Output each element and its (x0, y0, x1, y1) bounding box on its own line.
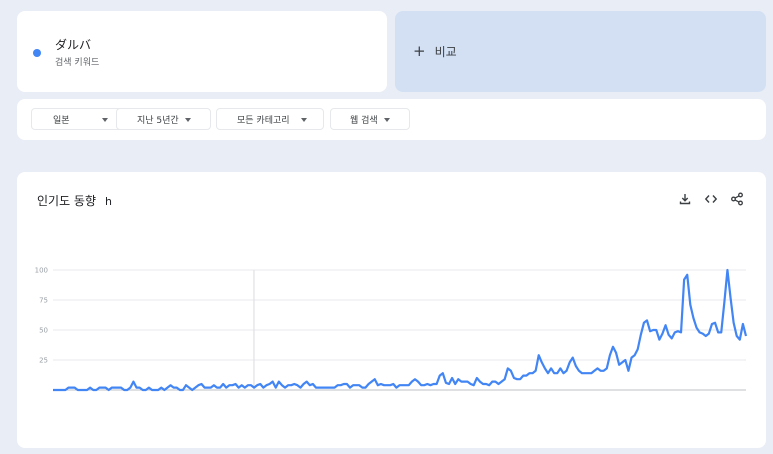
filter-region-dropdown[interactable]: 일본 (31, 108, 123, 130)
help-icon[interactable]: h (105, 195, 112, 208)
y-tick-label-100: 100 (35, 267, 48, 275)
filter-search-type-label: 웹 검색 (350, 115, 378, 126)
caret-down-icon (384, 118, 390, 122)
filter-time-label: 지난 5년간 (137, 115, 179, 126)
filter-category-label: 모든 카테고리 (237, 115, 290, 126)
interest-over-time-card: 100 75 50 25 인기도 동향 h (17, 172, 766, 448)
interest-chart: 100 75 50 25 (35, 267, 748, 392)
chart-title: 인기도 동향 (37, 194, 97, 208)
plus-icon: + (413, 42, 426, 60)
caret-down-icon (185, 118, 191, 122)
search-term-name[interactable]: ダルバ (55, 36, 91, 53)
y-tick-label-75: 75 (39, 297, 48, 305)
y-tick-label-25: 25 (39, 357, 48, 365)
embed-code-icon[interactable] (704, 192, 718, 206)
filter-bar: 일본 지난 5년간 모든 카테고리 웹 검색 (17, 99, 766, 140)
search-term-subtitle: 검색 키워드 (55, 58, 100, 68)
compare-label: 비교 (434, 45, 457, 59)
y-tick-label-50: 50 (39, 327, 48, 335)
search-term-card[interactable]: ダルバ 검색 키워드 (17, 11, 387, 92)
filter-search-type-dropdown[interactable]: 웹 검색 (330, 108, 410, 130)
download-icon[interactable] (678, 192, 692, 206)
series-color-dot (33, 49, 41, 57)
caret-down-icon (102, 118, 108, 122)
filter-category-dropdown[interactable]: 모든 카테고리 (216, 108, 324, 130)
filter-region-label: 일본 (53, 115, 70, 126)
share-icon[interactable] (730, 192, 744, 206)
compare-button[interactable]: + 비교 (395, 11, 766, 92)
caret-down-icon (301, 118, 307, 122)
filter-time-dropdown[interactable]: 지난 5년간 (116, 108, 211, 130)
